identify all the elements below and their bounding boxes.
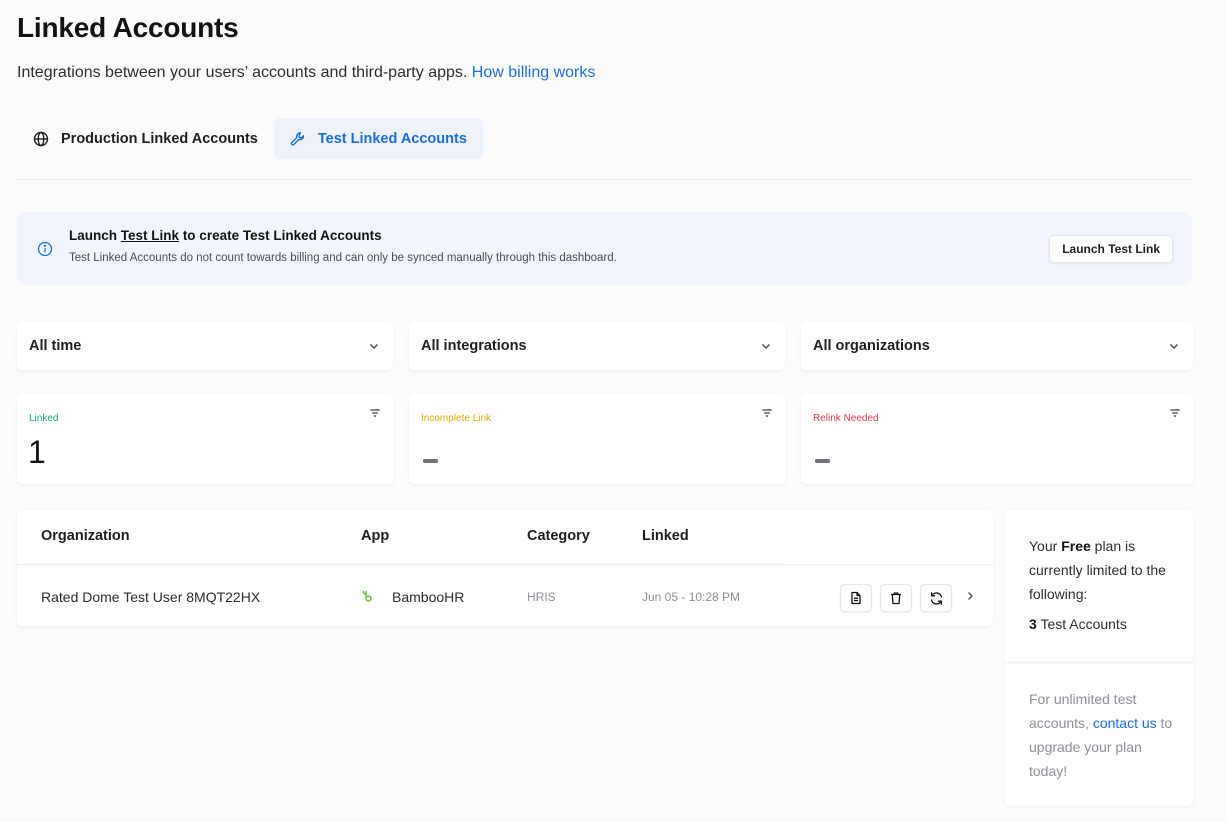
- tab-production-label: Production Linked Accounts: [61, 130, 258, 147]
- stat-card-linked: Linked 1: [17, 394, 393, 484]
- tab-test-label: Test Linked Accounts: [317, 130, 467, 147]
- plan-count-value: 3: [1029, 616, 1037, 632]
- page-title: Linked Accounts: [17, 12, 239, 43]
- integrations-filter-dropdown[interactable]: All integrations: [409, 322, 785, 370]
- plan-line-prefix: Your: [1029, 538, 1058, 554]
- row-app: BambooHR: [392, 589, 465, 605]
- chevron-down-icon: [369, 343, 379, 350]
- chevron-down-icon: [1169, 343, 1179, 350]
- table-header-divider: [17, 564, 788, 565]
- launch-test-link-button[interactable]: Launch Test Link: [1049, 235, 1173, 263]
- plan-count-label: Test Accounts: [1040, 616, 1127, 632]
- refresh-icon: [930, 591, 942, 605]
- time-filter-dropdown[interactable]: All time: [17, 322, 393, 370]
- banner-title-suffix: to create Test Linked Accounts: [182, 228, 382, 243]
- column-header-linked[interactable]: Linked: [642, 528, 689, 544]
- stat-label-relink: Relink Needed: [813, 413, 879, 424]
- tabs-divider: [17, 179, 1192, 180]
- stat-value-linked: 1: [28, 434, 46, 470]
- banner-title: Launch Test Link to create Test Linked A…: [69, 228, 382, 243]
- globe-icon: [33, 131, 49, 146]
- plan-description: Your Free plan is currently limited to t…: [1029, 534, 1179, 606]
- empty-value-dash: [423, 459, 438, 463]
- plan-test-account-limit: 3 Test Accounts: [1029, 616, 1127, 632]
- test-link-banner: Launch Test Link to create Test Linked A…: [17, 212, 1192, 285]
- stat-label-linked: Linked: [29, 413, 59, 424]
- filter-icon[interactable]: [761, 407, 773, 419]
- view-logs-button[interactable]: [840, 584, 872, 612]
- filter-icon[interactable]: [369, 407, 381, 419]
- info-icon: [37, 241, 53, 257]
- linked-accounts-table: Organization App Category Linked Rated D…: [17, 510, 993, 626]
- integrations-filter-value: All integrations: [421, 338, 527, 354]
- organizations-filter-value: All organizations: [813, 338, 930, 354]
- banner-test-link[interactable]: Test Link: [121, 228, 179, 243]
- chevron-right-icon[interactable]: [965, 589, 975, 603]
- tab-test-linked-accounts[interactable]: Test Linked Accounts: [273, 118, 483, 159]
- delete-account-button[interactable]: [880, 584, 912, 612]
- subtitle-text: Integrations between your users’ account…: [17, 64, 468, 81]
- organizations-filter-dropdown[interactable]: All organizations: [801, 322, 1193, 370]
- plan-name: Free: [1061, 538, 1091, 554]
- resync-button[interactable]: [920, 584, 952, 612]
- empty-value-dash: [815, 459, 830, 463]
- time-filter-value: All time: [29, 338, 82, 354]
- plan-upgrade-text: For unlimited test accounts, contact us …: [1029, 687, 1179, 783]
- how-billing-works-link[interactable]: How billing works: [472, 64, 596, 81]
- trash-icon: [891, 592, 901, 605]
- stat-card-relink-needed: Relink Needed: [801, 394, 1193, 484]
- column-header-category[interactable]: Category: [527, 528, 590, 544]
- wrench-icon: [290, 131, 305, 146]
- column-header-organization[interactable]: Organization: [41, 528, 130, 544]
- banner-title-prefix: Launch: [69, 228, 118, 243]
- stat-label-incomplete: Incomplete Link: [421, 413, 492, 424]
- row-category: HRIS: [527, 590, 556, 604]
- banner-description: Test Linked Accounts do not count toward…: [69, 252, 617, 264]
- chevron-down-icon: [761, 343, 771, 350]
- contact-us-link[interactable]: contact us: [1093, 715, 1157, 731]
- row-linked-date: Jun 05 - 10:28 PM: [642, 590, 741, 604]
- plan-divider: [1005, 662, 1193, 663]
- table-header-divider: [788, 564, 993, 565]
- stat-card-incomplete-link: Incomplete Link: [409, 394, 785, 484]
- account-tabs: Production Linked Accounts Test Linked A…: [17, 118, 483, 159]
- plan-limits-card: Your Free plan is currently limited to t…: [1005, 510, 1193, 806]
- document-icon: [851, 591, 861, 605]
- row-organization: Rated Dome Test User 8MQT22HX: [41, 589, 261, 605]
- filter-icon[interactable]: [1169, 407, 1181, 419]
- tab-production-linked-accounts[interactable]: Production Linked Accounts: [17, 118, 274, 159]
- page-subtitle: Integrations between your users’ account…: [17, 64, 595, 82]
- bamboohr-logo-icon: [362, 590, 372, 602]
- column-header-app[interactable]: App: [361, 528, 389, 544]
